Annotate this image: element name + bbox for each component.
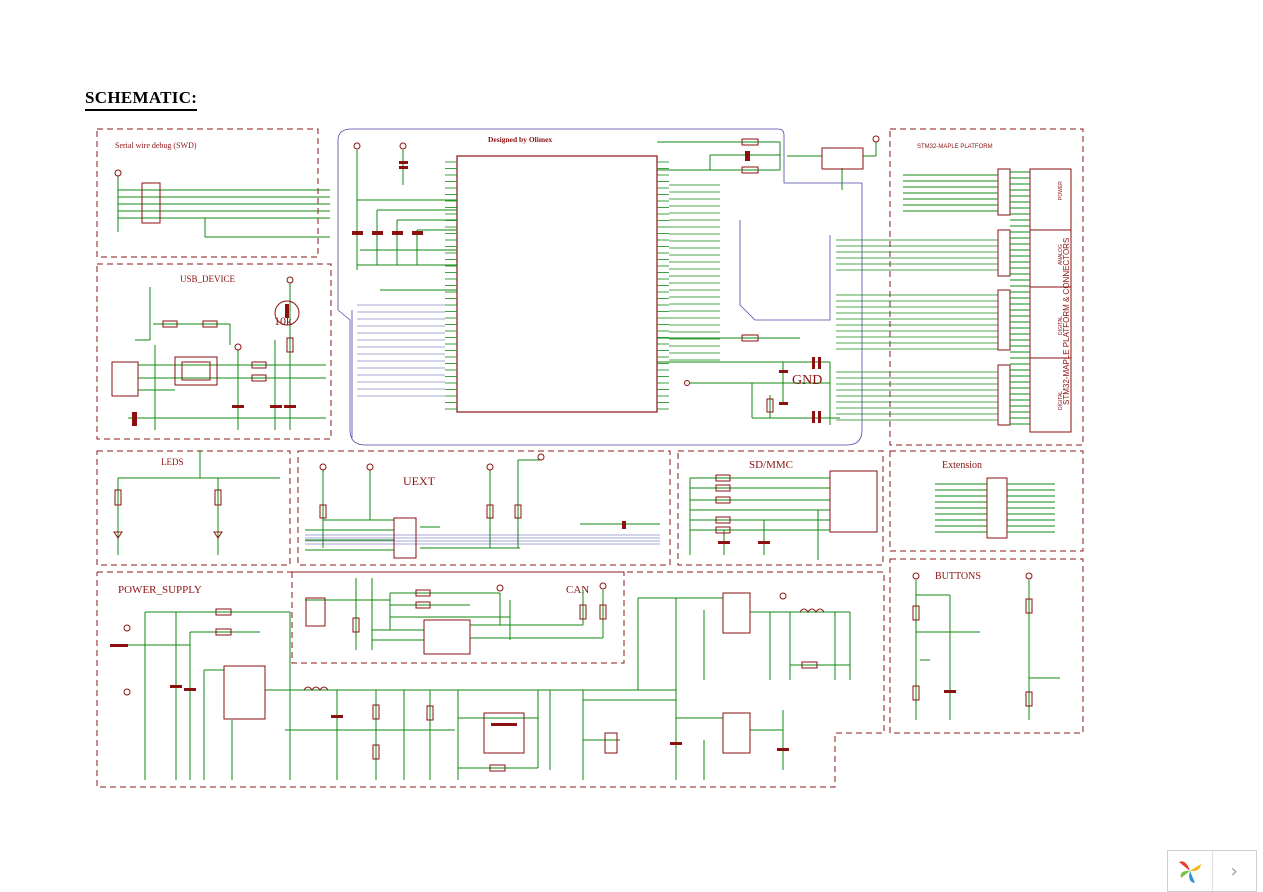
sdmmc-label: SD/MMC bbox=[749, 459, 793, 471]
extension-header bbox=[986, 477, 1008, 539]
uext-wires bbox=[305, 459, 660, 551]
usb-label: USB_DEVICE bbox=[180, 274, 236, 284]
buttons-label: BUTTONS bbox=[935, 571, 981, 582]
buttons-caps bbox=[944, 690, 956, 693]
mcu-chip bbox=[445, 155, 669, 413]
vcc-pin-icon bbox=[399, 142, 407, 150]
mcu-decoupling-wires bbox=[356, 150, 457, 291]
connectors-outer-label: STM32-MAPLE PLATFORM bbox=[917, 144, 993, 150]
extension-wires bbox=[935, 483, 1055, 533]
leds-label: LEDS bbox=[161, 457, 184, 467]
mcu-caps bbox=[352, 161, 423, 235]
connectors-side-label: STM32-MAPLE PLATFORM & CONNECTORS bbox=[1062, 238, 1071, 405]
mcu-pins-right bbox=[657, 161, 669, 410]
frame-buttons bbox=[889, 558, 1084, 734]
mcu-pins-left bbox=[445, 161, 457, 410]
section-frames bbox=[96, 128, 1084, 788]
uext-label: UEXT bbox=[403, 474, 436, 488]
connector-headers bbox=[903, 168, 1072, 433]
next-button[interactable]: › bbox=[1211, 851, 1257, 891]
sdmmc-wires bbox=[689, 477, 830, 560]
can-wires bbox=[305, 578, 604, 650]
pinwheel-logo-icon bbox=[1178, 861, 1201, 883]
schematic-diagram: GND STM32-MAPLE PLATFORM POWER ANALOG DI… bbox=[96, 128, 1084, 788]
mcu-fanout-wires bbox=[669, 184, 998, 421]
buttons-components bbox=[912, 572, 1033, 707]
chevron-right-icon[interactable]: › bbox=[1231, 861, 1238, 882]
gnd-label: GND bbox=[792, 373, 822, 388]
mcu-left-bus bbox=[357, 304, 445, 397]
mcu-designer-label: Designed by Olimex bbox=[488, 135, 552, 144]
can-components bbox=[305, 582, 607, 655]
power-supply-components bbox=[123, 592, 825, 772]
swd-label: Serial wire debug (SWD) bbox=[115, 141, 197, 150]
swd-wires bbox=[117, 176, 330, 238]
uext-components bbox=[319, 453, 545, 559]
power-supply-label: POWER_SUPPLY bbox=[118, 584, 202, 596]
extension-label: Extension bbox=[942, 460, 982, 471]
usb-resistor-value: 10k bbox=[274, 314, 292, 328]
can-label: CAN bbox=[566, 584, 589, 596]
swd-header bbox=[141, 182, 161, 224]
viewer-logo bbox=[1168, 851, 1212, 891]
sdmmc-caps bbox=[718, 541, 770, 544]
frame-leds bbox=[96, 450, 291, 566]
frame-power-supply bbox=[96, 571, 885, 788]
vcc-pin-icon bbox=[353, 142, 361, 150]
viewer-nav: › bbox=[1167, 850, 1257, 892]
power-supply-caps bbox=[110, 644, 789, 751]
group-power-label: POWER bbox=[1058, 181, 1064, 200]
vcc-pin-icon bbox=[114, 169, 122, 177]
sdmmc-components bbox=[715, 470, 878, 534]
leds-wires bbox=[117, 450, 280, 555]
uext-transistor-icon bbox=[622, 521, 626, 529]
buttons-wires bbox=[915, 580, 1060, 720]
leds-components bbox=[113, 489, 223, 539]
